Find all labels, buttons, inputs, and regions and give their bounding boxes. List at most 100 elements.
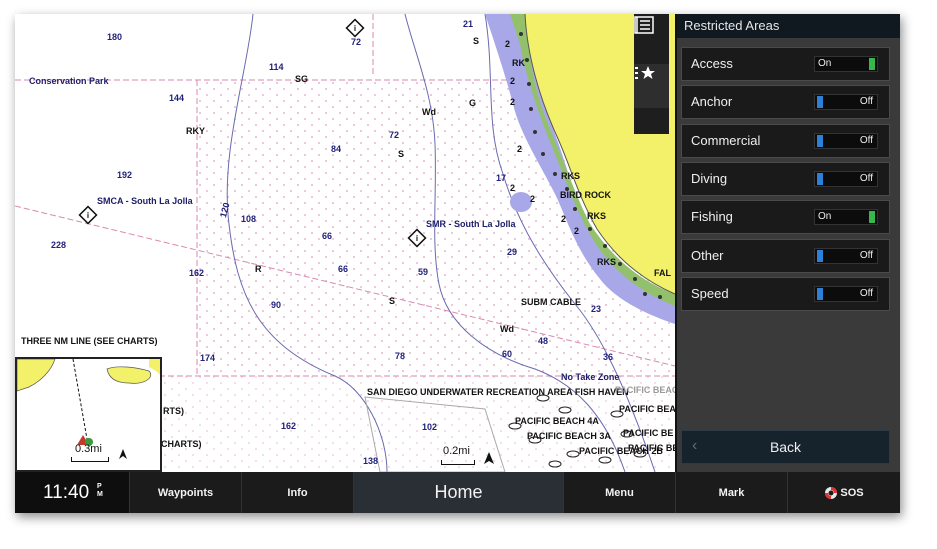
toggle-knob: [817, 134, 823, 147]
depth-sounding: 17: [496, 173, 507, 183]
chart-label: BIRD ROCK: [560, 190, 611, 200]
depth-sounding: 138: [363, 456, 379, 466]
chart-label: 2: [517, 144, 523, 154]
depth-sounding: 102: [422, 422, 438, 432]
restriction-toggle[interactable]: Off: [814, 132, 878, 149]
restriction-toggle[interactable]: Off: [814, 285, 878, 302]
restriction-row-diving[interactable]: Diving Off: [681, 161, 890, 196]
depth-sounding: 180: [107, 32, 123, 42]
restriction-toggle[interactable]: Off: [814, 247, 878, 264]
chart-label: PACIFIC BEACH 4A: [515, 416, 599, 426]
chart-label: PACIFIC BEACH 3A: [527, 431, 611, 441]
depth-sounding: 144: [169, 93, 185, 103]
chart-label: CHARTS): [161, 439, 202, 449]
depth-sounding: 48: [538, 336, 549, 346]
svg-text:i: i: [416, 234, 418, 243]
inset-north-arrow-icon: [119, 449, 127, 459]
mark-button[interactable]: Mark: [675, 472, 787, 513]
chart-label: G: [469, 98, 477, 108]
depth-sounding: 66: [338, 264, 349, 274]
chart-label: R: [255, 264, 262, 274]
restriction-toggle[interactable]: On: [814, 56, 878, 72]
depth-sounding: 72: [351, 37, 362, 47]
depth-sounding: 60: [502, 349, 513, 359]
chart-menu-icon[interactable]: [634, 16, 669, 60]
restriction-label: Other: [691, 247, 724, 263]
depth-sounding: 21: [463, 19, 474, 29]
waypoints-button[interactable]: Waypoints: [129, 472, 241, 513]
chart-label: Wd: [422, 107, 436, 117]
restriction-toggle[interactable]: Off: [814, 170, 878, 187]
restriction-label: Fishing: [691, 209, 733, 225]
chart-label: RKY: [186, 126, 206, 136]
chart-label: FAL: [654, 268, 671, 278]
depth-sounding: 59: [418, 267, 429, 277]
scale-bar: [441, 460, 475, 465]
depth-sounding: 84: [331, 144, 342, 154]
restriction-row-commercial[interactable]: Commercial Off: [681, 123, 890, 158]
toggle-knob: [817, 249, 823, 262]
restriction-label: Speed: [691, 285, 729, 301]
depth-sounding: 108: [241, 214, 257, 224]
depth-sounding: 174: [200, 353, 216, 363]
chart-label: RKS: [597, 257, 617, 267]
toggle-knob: [817, 287, 823, 300]
inset-graphics: [17, 359, 160, 459]
clock-ampm: PM: [97, 483, 103, 498]
chart-label: 2: [510, 97, 516, 107]
toggle-state: Off: [859, 96, 873, 108]
restriction-row-other[interactable]: Other Off: [681, 238, 890, 273]
toggle-state: Off: [859, 249, 873, 261]
chart-label: 2: [530, 194, 536, 204]
sos-label: SOS: [840, 486, 864, 499]
info-button[interactable]: Info: [241, 472, 353, 513]
restriction-toggle[interactable]: Off: [814, 94, 878, 111]
chart-label: SAN DIEGO UNDERWATER RECREATION AREA FIS…: [367, 387, 629, 397]
restriction-row-anchor[interactable]: Anchor Off: [681, 85, 890, 120]
menu-button[interactable]: Menu: [563, 472, 675, 513]
restriction-row-access[interactable]: Access On: [681, 47, 890, 81]
chart-label: PACIFIC BE: [623, 428, 674, 438]
chart-label: S: [389, 296, 396, 306]
restriction-row-fishing[interactable]: Fishing On: [681, 200, 890, 235]
sos-button[interactable]: SOS: [787, 472, 900, 513]
svg-text:i: i: [87, 211, 89, 220]
scale-label: 0.2mi: [443, 445, 470, 457]
chart-label: SUBM CABLE: [521, 297, 581, 307]
panel-title: Restricted Areas: [677, 14, 900, 38]
chart-label: RK: [512, 58, 525, 68]
chart-label: S: [473, 36, 480, 46]
chart-label: 2: [574, 226, 580, 236]
chart-label: Conservation Park: [29, 76, 109, 86]
inset-scale-bar: [71, 457, 109, 462]
chart-label: 2: [510, 76, 516, 86]
depth-sounding: 162: [189, 268, 205, 278]
restriction-label: Commercial: [691, 132, 761, 148]
back-button[interactable]: ‹ Back: [681, 430, 890, 464]
restriction-row-speed[interactable]: Speed Off: [681, 276, 890, 311]
nautical-chart[interactable]: i i i 180 72 21 114 144 72 84 192 108 66 228 162 66 5…: [15, 14, 675, 472]
depth-sounding: 162: [281, 421, 297, 431]
chart-label: PACIFIC BEACH: [619, 404, 675, 414]
chart-label: 2: [505, 39, 511, 49]
chart-label: 2: [561, 214, 567, 224]
toggle-knob: [817, 96, 823, 109]
favorites-icon[interactable]: [634, 64, 669, 108]
restriction-toggle[interactable]: On: [814, 209, 878, 226]
chart-label: S: [398, 149, 405, 159]
clock-time: 11:40: [43, 482, 90, 503]
depth-sounding: 36: [603, 352, 614, 362]
chart-label: RKS: [587, 211, 607, 221]
depth-sounding: 228: [51, 240, 67, 250]
overview-inset-map[interactable]: 0.3mi: [15, 357, 162, 472]
chart-label: PACIFIC BEACH: [615, 385, 675, 395]
toggle-knob: [869, 58, 875, 70]
inset-scale-label: 0.3mi: [75, 443, 102, 455]
toggle-state: Off: [859, 134, 873, 146]
home-button[interactable]: Home: [353, 472, 563, 513]
toggle-state: Off: [859, 287, 873, 299]
chart-label: SMCA - South La Jolla: [97, 196, 193, 206]
sos-lifebuoy-icon: [825, 486, 838, 499]
chart-label: PACIFIC BEACH 2B: [579, 446, 663, 456]
toggle-state: On: [818, 58, 832, 69]
